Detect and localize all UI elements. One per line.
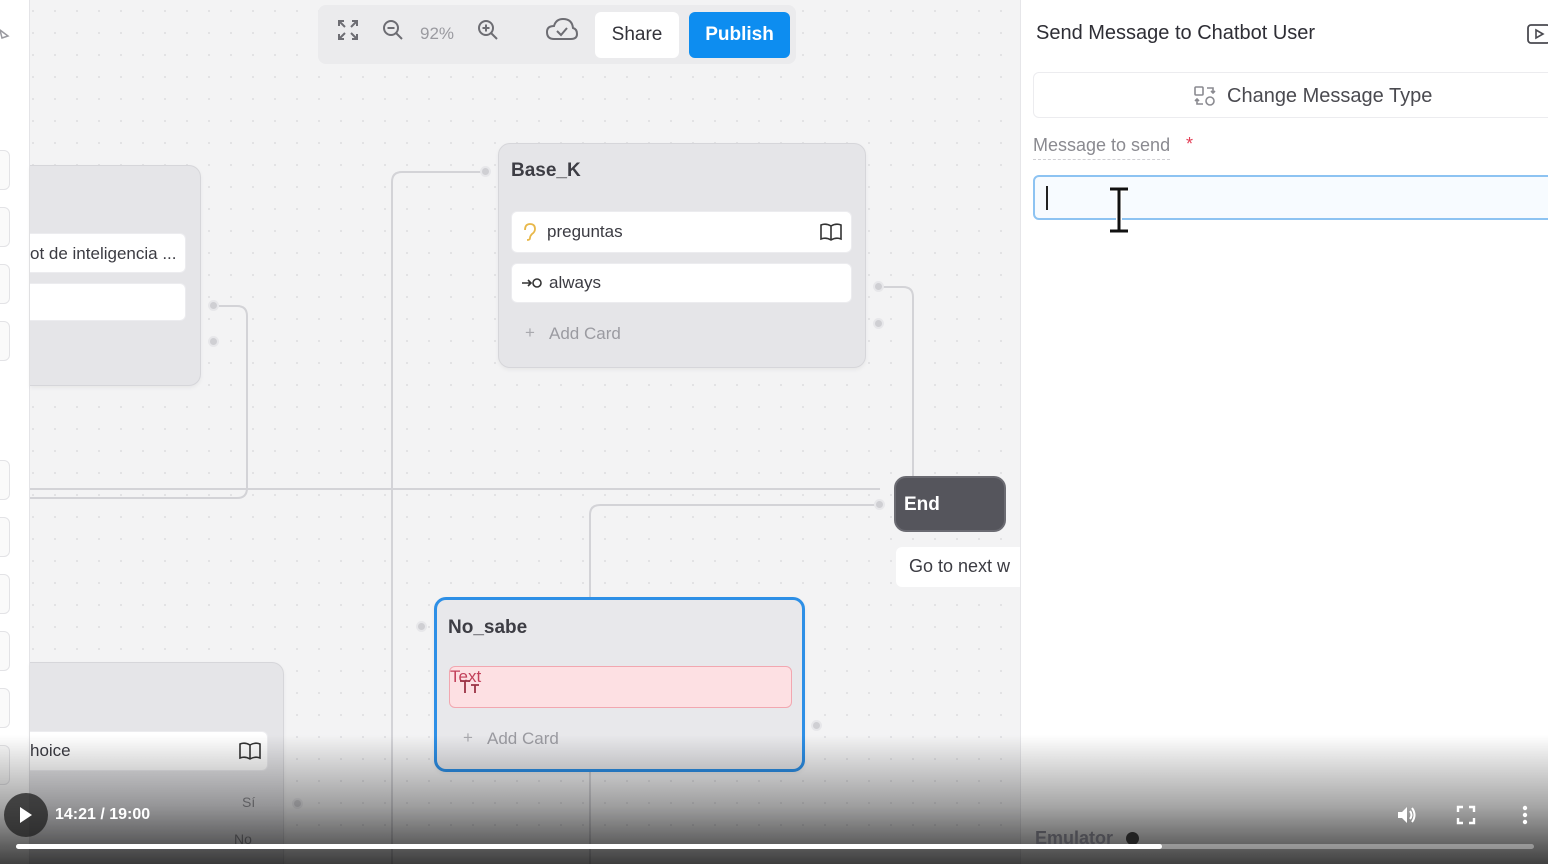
arrow-circle-icon [522,278,542,288]
video-time: 14:21 / 19:00 [55,806,151,823]
zoom-out-icon[interactable] [380,17,406,43]
cloud-check-icon[interactable] [545,17,579,43]
node-title: End [904,494,940,515]
message-field-label: Message to send [1033,135,1171,160]
node-port[interactable] [873,281,884,292]
swap-icon [1194,86,1216,106]
book-icon[interactable] [820,223,842,241]
fit-screen-icon[interactable] [335,17,361,43]
play-icon [20,807,32,823]
node-input-port[interactable] [480,166,491,177]
card-label: always [549,273,601,292]
add-card-button[interactable]: + Add Card [525,323,725,346]
text-cursor-icon [1110,187,1128,233]
flow-node-end[interactable]: End [894,476,1006,532]
node-title: No_sabe [448,617,528,638]
node-port[interactable] [873,318,884,329]
ear-icon [524,223,536,241]
node-title: Base_K [511,160,581,181]
node-port[interactable] [208,300,219,311]
fullscreen-icon[interactable] [1455,804,1477,826]
volume-icon[interactable] [1396,804,1418,826]
card-label: Go to next w [909,556,1011,576]
required-asterisk: * [1186,134,1194,154]
change-type-label: Change Message Type [1227,85,1433,107]
node-card[interactable]: ot de inteligencia ... [30,233,186,273]
node-input-port[interactable] [416,621,427,632]
publish-button[interactable]: Publish [689,12,790,58]
text-format-icon [460,680,479,693]
flow-node-base-k[interactable]: Base_K preguntas always + Add Card [498,143,866,368]
video-progress-fill [16,844,1163,849]
zoom-level: 92% [420,24,455,43]
plus-icon: + [525,323,535,342]
node-port[interactable] [208,336,219,347]
play-button[interactable] [4,793,48,837]
change-message-type-button[interactable]: Change Message Type [1033,72,1548,118]
node-port[interactable] [811,720,822,731]
card-label: preguntas [547,222,623,241]
panel-title: Send Message to Chatbot User [1036,22,1316,44]
flow-node-partial[interactable]: ot de inteligencia ... [30,165,201,386]
text-caret [1046,186,1048,210]
node-card-always[interactable]: always [511,263,852,303]
node-card-text[interactable]: Text [449,666,792,708]
node-card-preguntas[interactable]: preguntas [511,211,852,253]
video-progress-bar[interactable] [16,844,1534,849]
zoom-in-icon[interactable] [475,17,501,43]
video-tutorial-icon[interactable] [1527,24,1548,44]
more-options-icon[interactable] [1514,804,1536,826]
add-card-label: Add Card [549,324,621,343]
share-button[interactable]: Share [595,12,679,58]
node-input-port[interactable] [874,499,885,510]
go-to-next-card[interactable]: Go to next w [896,547,1026,587]
card-label: ot de inteligencia ... [30,244,177,263]
node-card[interactable] [30,283,186,321]
